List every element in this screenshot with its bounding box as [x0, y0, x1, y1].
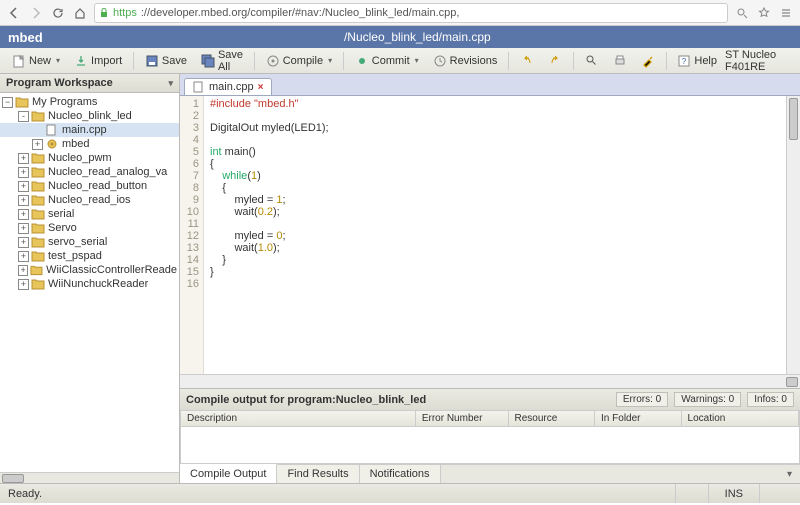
workspace-header: Program Workspace ▾ — [0, 74, 179, 93]
forward-button[interactable] — [28, 5, 44, 21]
status-bar: Ready. INS — [0, 483, 800, 503]
help-button[interactable]: ?Help — [671, 52, 723, 70]
out-col-3[interactable]: In Folder — [595, 411, 682, 426]
compile-button[interactable]: Compile▾ — [260, 52, 338, 70]
out-tab-1[interactable]: Find Results — [277, 465, 359, 483]
tree-item-12[interactable]: +WiiNunchuckReader — [0, 277, 179, 291]
out-tab-0[interactable]: Compile Output — [180, 464, 277, 483]
program-workspace-panel: Program Workspace ▾ −My Programs-Nucleo_… — [0, 74, 180, 483]
code-content[interactable]: #include "mbed.h" DigitalOut myled(LED1)… — [204, 96, 786, 374]
tree-root[interactable]: −My Programs — [0, 95, 179, 109]
tree-item-10[interactable]: +test_pspad — [0, 249, 179, 263]
save-all-button[interactable]: Save All — [195, 47, 249, 75]
close-icon[interactable]: × — [258, 82, 264, 93]
redo-button[interactable] — [542, 52, 568, 70]
output-header: Compile output for program: Nucleo_blink… — [180, 389, 800, 410]
out-col-2[interactable]: Resource — [509, 411, 596, 426]
save-button[interactable]: Save — [139, 52, 193, 70]
tree-item-9[interactable]: +servo_serial — [0, 235, 179, 249]
workspace-tree[interactable]: −My Programs-Nucleo_blink_ledmain.cpp+mb… — [0, 93, 179, 472]
tools-button[interactable] — [635, 52, 661, 70]
tree-item-11[interactable]: +WiiClassicControllerReade — [0, 263, 179, 277]
url-text: ://developer.mbed.org/compiler/#nav:/Nuc… — [141, 7, 723, 19]
tree-item-2[interactable]: +mbed — [0, 137, 179, 151]
output-collapse-icon[interactable]: ▾ — [779, 469, 800, 480]
tree-item-6[interactable]: +Nucleo_read_ios — [0, 193, 179, 207]
tree-item-7[interactable]: +serial — [0, 207, 179, 221]
browser-chrome: https ://developer.mbed.org/compiler/#nav… — [0, 0, 800, 26]
infos-count[interactable]: Infos: 0 — [747, 392, 794, 407]
line-gutter: 12345678910111213141516 — [180, 96, 204, 374]
editor-area: main.cpp × 12345678910111213141516 #incl… — [180, 74, 800, 483]
tree-item-1[interactable]: main.cpp — [0, 123, 179, 137]
errors-count[interactable]: Errors: 0 — [616, 392, 668, 407]
warnings-count[interactable]: Warnings: 0 — [674, 392, 741, 407]
output-panel: Compile output for program: Nucleo_blink… — [180, 388, 800, 483]
tree-item-3[interactable]: +Nucleo_pwm — [0, 151, 179, 165]
status-cell-3 — [759, 484, 792, 503]
svg-text:?: ? — [682, 57, 687, 66]
out-col-4[interactable]: Location — [682, 411, 799, 426]
tab-main-cpp[interactable]: main.cpp × — [184, 78, 272, 95]
editor-h-scrollbar[interactable] — [180, 374, 800, 388]
revisions-button[interactable]: Revisions — [427, 52, 504, 70]
out-col-0[interactable]: Description — [181, 411, 416, 426]
tab-label: main.cpp — [209, 81, 254, 93]
out-tab-2[interactable]: Notifications — [360, 465, 441, 483]
status-cell-1 — [675, 484, 708, 503]
main-toolbar: New▾ Import Save Save All Compile▾ Commi… — [0, 48, 800, 74]
tree-item-4[interactable]: +Nucleo_read_analog_va — [0, 165, 179, 179]
title-path: /Nucleo_blink_led/main.cpp — [344, 30, 491, 44]
output-tabs: Compile OutputFind ResultsNotifications ▾ — [180, 464, 800, 483]
home-button[interactable] — [72, 5, 88, 21]
undo-button[interactable] — [514, 52, 540, 70]
code-editor[interactable]: 12345678910111213141516 #include "mbed.h… — [180, 96, 800, 374]
status-mode: INS — [708, 484, 759, 503]
print-button[interactable] — [607, 52, 633, 70]
out-col-1[interactable]: Error Number — [416, 411, 509, 426]
tree-h-scrollbar[interactable] — [0, 472, 179, 483]
commit-button[interactable]: Commit▾ — [349, 52, 425, 70]
star-icon[interactable] — [756, 5, 772, 21]
reload-button[interactable] — [50, 5, 66, 21]
menu-icon[interactable] — [778, 5, 794, 21]
app-title-bar: mbed /Nucleo_blink_led/main.cpp — [0, 26, 800, 48]
back-button[interactable] — [6, 5, 22, 21]
import-button[interactable]: Import — [68, 52, 128, 70]
tree-item-8[interactable]: +Servo — [0, 221, 179, 235]
find-button[interactable] — [579, 52, 605, 70]
lock-icon — [99, 8, 109, 18]
device-selector[interactable]: ST Nucleo F401RE — [725, 49, 794, 73]
url-protocol: https — [113, 7, 137, 19]
tree-item-0[interactable]: -Nucleo_blink_led — [0, 109, 179, 123]
file-icon — [193, 81, 205, 93]
editor-tabs: main.cpp × — [180, 74, 800, 96]
editor-v-scrollbar[interactable] — [786, 96, 800, 374]
app-name: mbed — [8, 30, 43, 45]
panel-menu-icon[interactable]: ▾ — [168, 78, 173, 89]
output-table: DescriptionError NumberResourceIn Folder… — [180, 410, 800, 464]
address-bar[interactable]: https ://developer.mbed.org/compiler/#nav… — [94, 3, 728, 23]
search-icon[interactable] — [734, 5, 750, 21]
status-ready: Ready. — [8, 488, 42, 500]
new-button[interactable]: New▾ — [6, 52, 66, 70]
tree-item-5[interactable]: +Nucleo_read_button — [0, 179, 179, 193]
